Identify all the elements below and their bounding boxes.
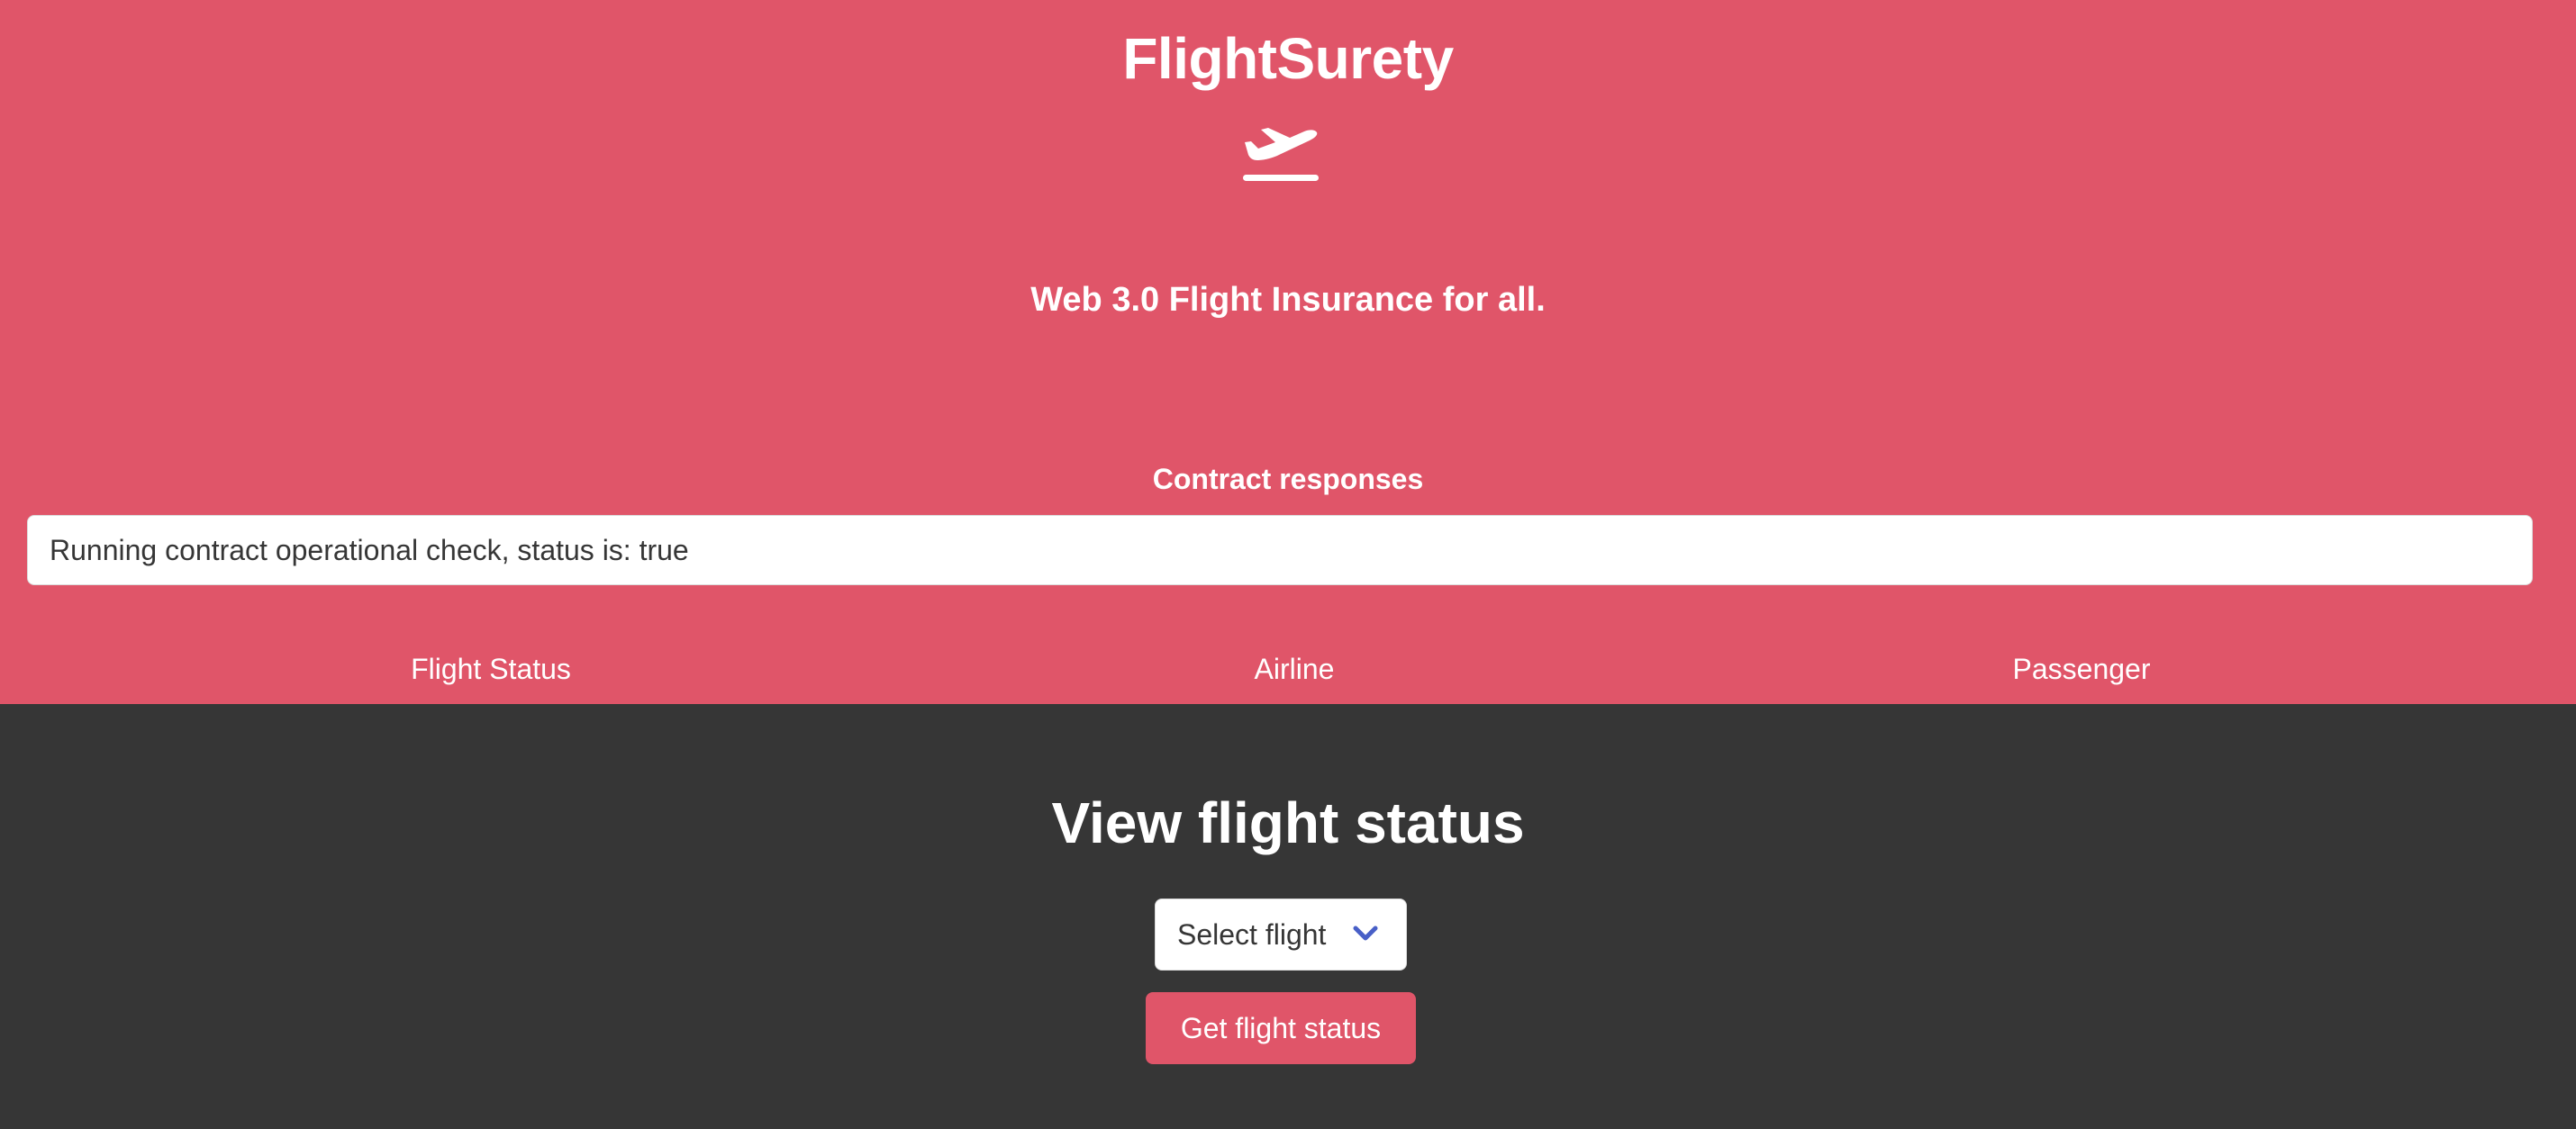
tab-bar: Flight Status Airline Passenger bbox=[0, 648, 2576, 693]
contract-responses-title: Contract responses bbox=[1152, 463, 1424, 495]
flight-status-section: View flight status Select flight Get fli… bbox=[0, 704, 2576, 1129]
get-flight-status-button[interactable]: Get flight status bbox=[1146, 992, 1416, 1064]
contract-response-message: Running contract operational check, stat… bbox=[27, 515, 2533, 585]
app-title: FlightSurety bbox=[1122, 26, 1454, 91]
select-flight-dropdown[interactable]: Select flight bbox=[1155, 899, 1407, 971]
tab-passenger[interactable]: Passenger bbox=[1811, 648, 2352, 690]
tab-flight-status[interactable]: Flight Status bbox=[221, 648, 761, 690]
hero-section: FlightSurety Web 3.0 Flight Insurance fo… bbox=[0, 0, 2576, 704]
select-flight-value: Select flight bbox=[1177, 918, 1327, 951]
chevron-down-icon bbox=[1353, 926, 1378, 941]
section-title: View flight status bbox=[1051, 790, 1525, 855]
plane-departure-icon bbox=[1243, 128, 1319, 181]
tab-airline[interactable]: Airline bbox=[1024, 648, 1565, 690]
tagline: Web 3.0 Flight Insurance for all. bbox=[1030, 281, 1546, 319]
